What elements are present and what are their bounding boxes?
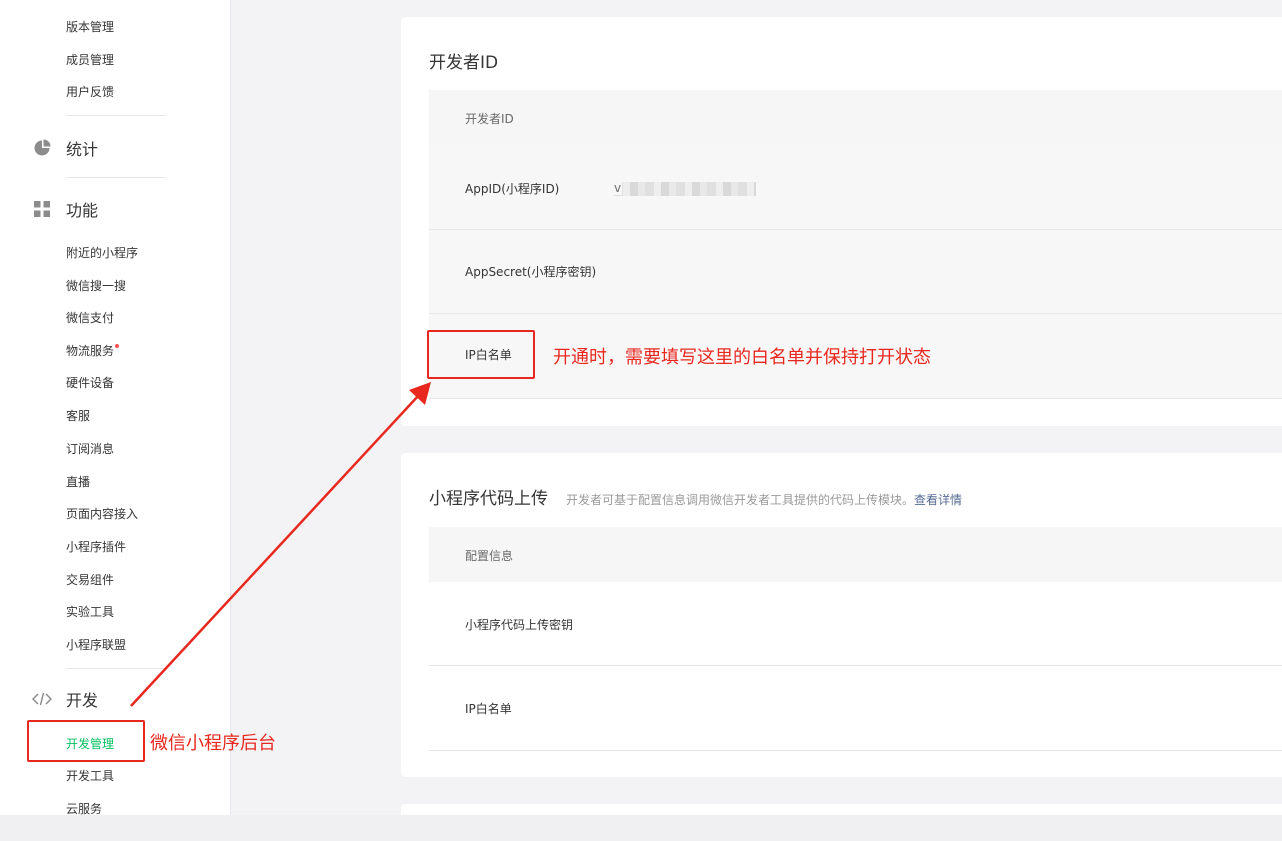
code-icon (32, 689, 52, 709)
appid-value-blurred: v (614, 181, 756, 196)
sidebar-section-features[interactable]: 功能 (32, 198, 98, 220)
card-title-group: 小程序代码上传 开发者可基于配置信息调用微信开发者工具提供的代码上传模块。查看详情 (429, 484, 962, 509)
sidebar-item-hardware[interactable]: 硬件设备 (66, 375, 114, 391)
sidebar-divider (66, 668, 166, 669)
backend-annotation-text: 微信小程序后台 (150, 733, 276, 754)
sidebar-divider (66, 115, 166, 116)
sidebar-item-nearby-miniprogram[interactable]: 附近的小程序 (66, 245, 138, 261)
upload-ip-whitelist-label: IP白名单 (465, 702, 512, 716)
sidebar-section-develop[interactable]: 开发 (32, 688, 98, 710)
sidebar-item-trade-component[interactable]: 交易组件 (66, 572, 114, 588)
new-badge-dot (115, 344, 120, 348)
sidebar-item-version-management[interactable]: 版本管理 (66, 19, 114, 35)
table-header: 配置信息 (429, 527, 1282, 582)
sidebar-item-user-feedback[interactable]: 用户反馈 (66, 84, 114, 100)
table-header: 开发者ID (429, 90, 1282, 145)
sidebar-divider (66, 177, 166, 178)
sidebar-item-customer-service[interactable]: 客服 (66, 408, 90, 424)
page: 版本管理 成员管理 用户反馈 统计 功能 附近的小程序 微信搜一搜 微信支付 物… (0, 0, 1282, 841)
sidebar-item-plugins[interactable]: 小程序插件 (66, 539, 126, 555)
sidebar-item-logistics[interactable]: 物流服务 (66, 343, 120, 359)
card-title: 开发者ID (429, 53, 499, 73)
code-upload-card: 小程序代码上传 开发者可基于配置信息调用微信开发者工具提供的代码上传模块。查看详情… (401, 453, 1282, 777)
appsecret-row: AppSecret(小程序密钥) (429, 230, 1282, 314)
sidebar-item-page-content[interactable]: 页面内容接入 (66, 506, 138, 522)
appid-row: AppID(小程序ID) v (429, 145, 1282, 230)
sidebar-item-label: 物流服务 (66, 344, 115, 358)
sidebar-item-member-management[interactable]: 成员管理 (66, 52, 114, 68)
page-bottom-strip (0, 815, 1282, 841)
sidebar: 版本管理 成员管理 用户反馈 统计 功能 附近的小程序 微信搜一搜 微信支付 物… (0, 0, 231, 815)
header-label: 配置信息 (465, 549, 514, 563)
sidebar-item-experiment-tools[interactable]: 实验工具 (66, 604, 114, 620)
appid-label: AppID(小程序ID) (465, 182, 560, 196)
appsecret-label: AppSecret(小程序密钥) (465, 265, 597, 279)
sidebar-section-label: 开发 (66, 691, 99, 710)
sidebar-item-wechat-pay[interactable]: 微信支付 (66, 310, 114, 326)
sidebar-item-wechat-search[interactable]: 微信搜一搜 (66, 278, 126, 294)
sidebar-section-stats[interactable]: 统计 (32, 137, 98, 159)
card-title: 小程序代码上传 (429, 489, 548, 509)
grid-icon (32, 199, 52, 219)
sidebar-item-cloud-service[interactable]: 云服务 (66, 801, 102, 815)
sidebar-item-alliance[interactable]: 小程序联盟 (66, 637, 126, 653)
pie-chart-icon (32, 138, 52, 158)
sidebar-section-label: 功能 (66, 201, 99, 220)
sidebar-item-live[interactable]: 直播 (66, 474, 90, 490)
upload-ip-whitelist-row: IP白名单 (429, 666, 1282, 751)
sidebar-item-dev-tools[interactable]: 开发工具 (66, 768, 114, 784)
upload-secret-label: 小程序代码上传密钥 (465, 618, 574, 632)
ip-whitelist-highlight-box (427, 330, 535, 379)
sidebar-section-label: 统计 (66, 140, 99, 159)
appid-value-visible: v (614, 181, 623, 195)
sidebar-item-subscription-message[interactable]: 订阅消息 (66, 441, 114, 457)
upload-secret-row: 小程序代码上传密钥 (429, 582, 1282, 666)
header-label: 开发者ID (465, 112, 514, 126)
dev-management-highlight-box (27, 720, 145, 762)
card-description: 开发者可基于配置信息调用微信开发者工具提供的代码上传模块。 (566, 493, 915, 507)
view-details-link[interactable]: 查看详情 (914, 493, 962, 507)
whitelist-annotation-text: 开通时，需要填写这里的白名单并保持打开状态 (553, 347, 931, 368)
